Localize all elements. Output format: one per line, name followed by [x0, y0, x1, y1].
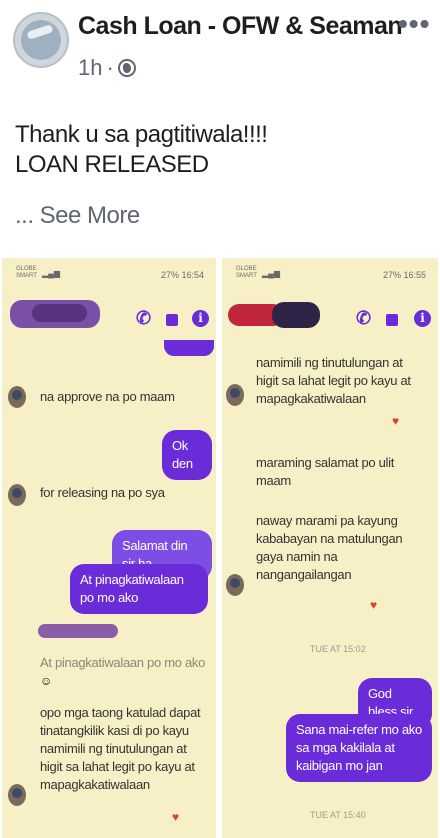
message-received: maraming salamat po ulit maam [256, 455, 395, 488]
see-more-link[interactable]: ... See More [15, 202, 140, 230]
chat-topbar: ✆ i [2, 286, 216, 334]
phone-icon[interactable]: ✆ [136, 308, 151, 329]
post-text-line2: LOAN RELEASED [15, 151, 209, 178]
message-received: for releasing na po sya [40, 485, 165, 500]
contact-avatar [226, 384, 244, 406]
message-received: na approve na po maam [40, 389, 175, 404]
phone-icon[interactable]: ✆ [356, 308, 371, 329]
heart-icon: ♥ [392, 414, 400, 428]
contact-avatar [8, 386, 26, 408]
redacted-name-2 [32, 304, 87, 322]
heart-icon: ♥ [370, 598, 378, 612]
message-sent: Ok den [162, 430, 212, 480]
contact-avatar [8, 484, 26, 506]
redacted-name-2 [272, 302, 320, 328]
message-received: namimili ng tinutulungan at higit sa lah… [256, 355, 411, 406]
status-bar: GLOBE SMART ▂▄▆ 27% 16:54 [2, 258, 216, 286]
time-label: 1h [78, 55, 103, 80]
post-text-line1: Thank u sa pagtitiwala!!!! [15, 121, 268, 148]
signal-icon: ▂▄▆ [42, 269, 60, 278]
globe-icon [117, 59, 136, 77]
message-sent: At pinagkatiwalaan po mo ako [70, 564, 208, 614]
battery-time: 27% 16:55 [382, 270, 426, 280]
video-icon[interactable] [386, 314, 398, 326]
carrier-label: GLOBE SMART [16, 266, 37, 279]
more-options-button[interactable]: ••• [398, 8, 430, 40]
time-separator: · [106, 55, 114, 80]
timestamp-divider: TUE AT 15:40 [310, 810, 366, 820]
info-icon[interactable]: i [192, 310, 209, 327]
avatar-logo [21, 20, 61, 60]
chat-topbar: ✆ i [222, 286, 438, 334]
signal-icon: ▂▄▆ [262, 269, 280, 278]
timestamp-divider: TUE AT 15:02 [310, 644, 366, 654]
quoted-reply: At pinagkatiwalaan po mo ako [40, 655, 206, 670]
page-name[interactable]: Cash Loan - OFW & Seaman [78, 12, 403, 41]
post-header: Cash Loan - OFW & Seaman 1h · ••• [0, 0, 440, 100]
info-icon[interactable]: i [414, 310, 431, 327]
smiley-emoji: ☺ [40, 674, 53, 688]
chat-bubble-partial [164, 340, 214, 356]
chat-screenshot-left[interactable]: GLOBE SMART ▂▄▆ 27% 16:54 ✆ i na approve… [2, 258, 216, 838]
message-sent: Sana mai-refer mo ako sa mga kakilala at… [286, 714, 432, 782]
video-icon[interactable] [166, 314, 178, 326]
post-body: Thank u sa pagtitiwala!!!! LOAN RELEASED [15, 120, 268, 180]
redacted-reply-name [38, 624, 118, 638]
contact-avatar [8, 784, 26, 806]
chat-screenshot-right[interactable]: GLOBE SMART ▂▄▆ 27% 16:55 ✆ i namimili n… [222, 258, 438, 838]
message-received: naway marami pa kayung kababayan na matu… [256, 513, 403, 582]
page-avatar[interactable] [13, 12, 69, 68]
carrier-label: GLOBE SMART [236, 266, 257, 279]
battery-time: 27% 16:54 [160, 270, 204, 280]
post-timestamp[interactable]: 1h · [78, 55, 136, 81]
post-images[interactable]: GLOBE SMART ▂▄▆ 27% 16:54 ✆ i na approve… [0, 258, 440, 838]
message-received: opo mga taong katulad dapat tinatangkili… [40, 705, 201, 792]
status-bar: GLOBE SMART ▂▄▆ 27% 16:55 [222, 258, 438, 286]
contact-avatar [226, 574, 244, 596]
heart-icon: ♥ [172, 810, 180, 824]
